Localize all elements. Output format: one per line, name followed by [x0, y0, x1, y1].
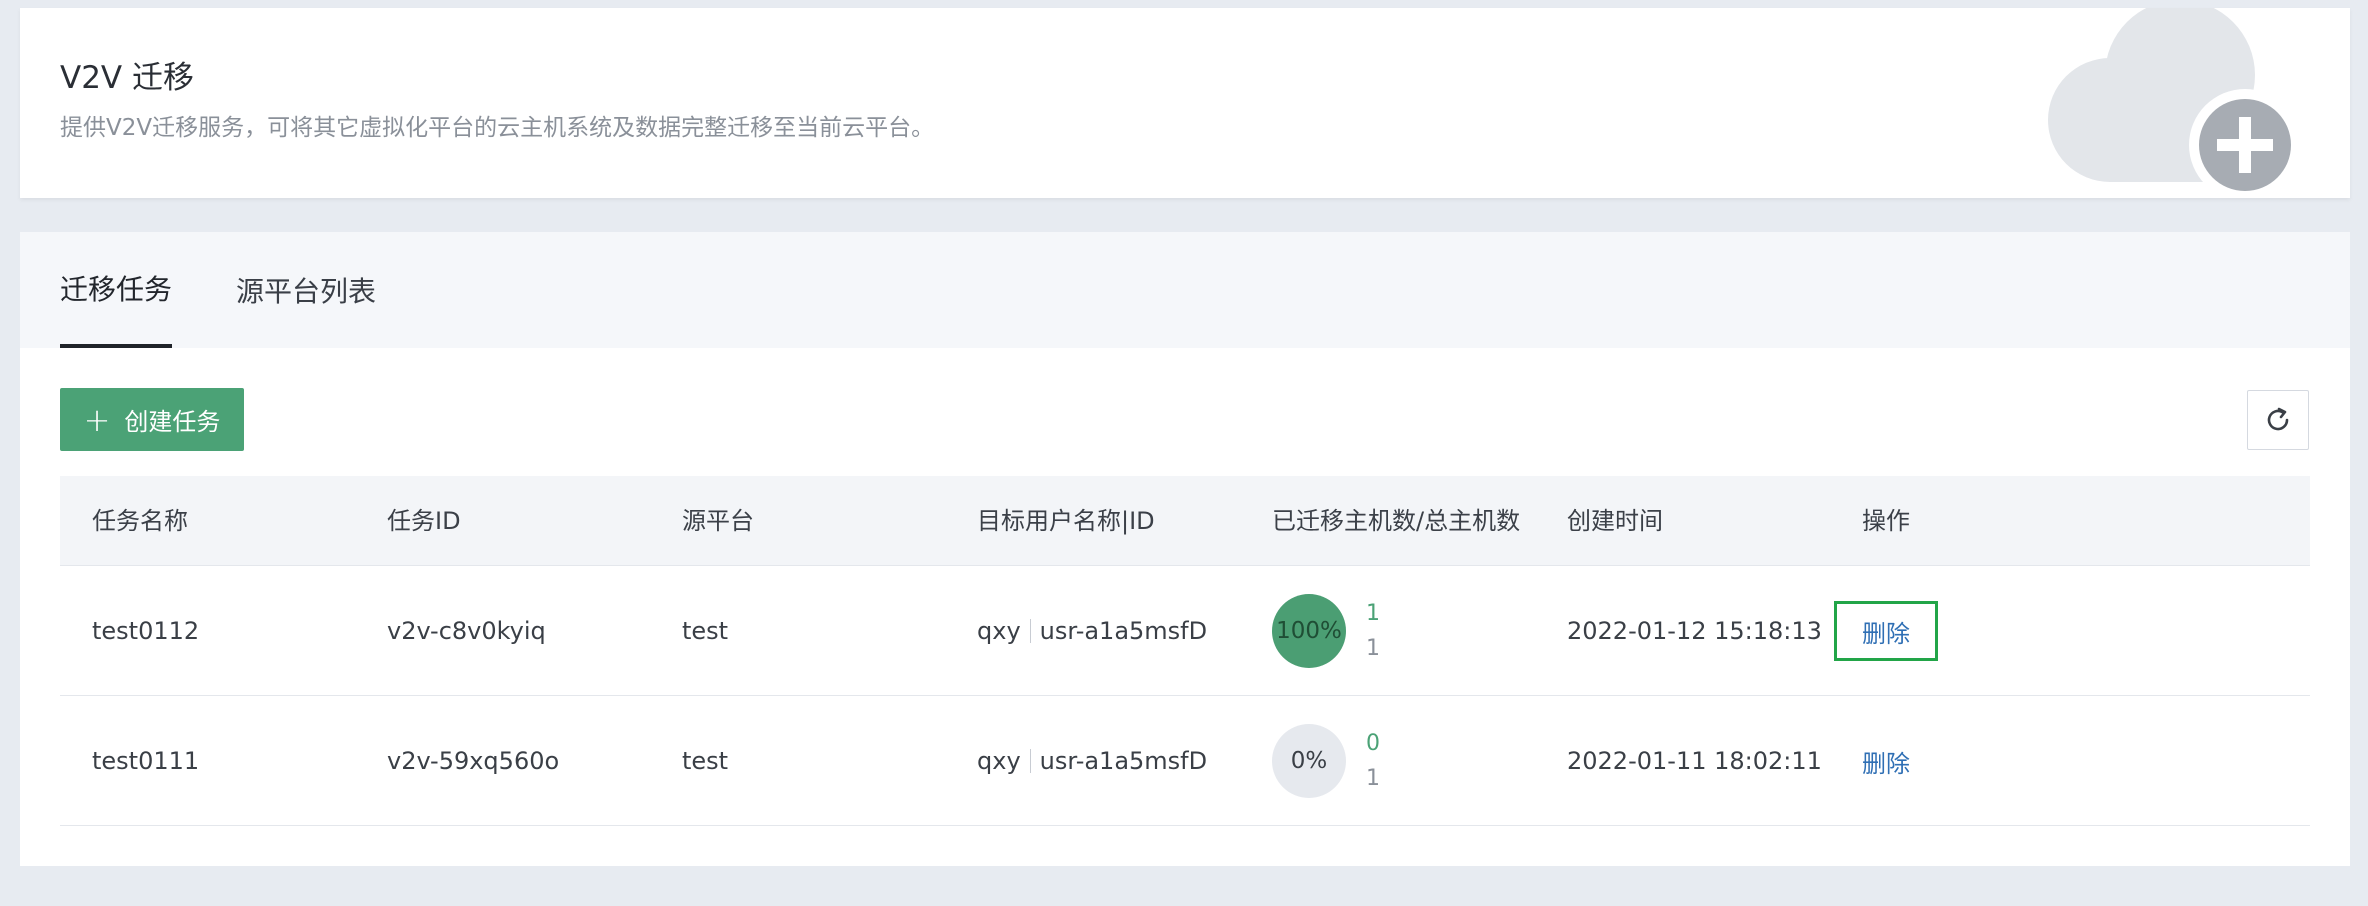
cloud-plus-icon — [2048, 8, 2301, 198]
delete-link[interactable]: 删除 — [1834, 601, 1938, 661]
migrated-count: 0 — [1366, 731, 1380, 756]
tasks-panel: 迁移任务 源平台列表 + 创建任务 任务名称 任务ID 源平台 目标用户名称|I… — [20, 232, 2350, 866]
tabs-bar: 迁移任务 源平台列表 — [20, 232, 2350, 348]
source-platform: test — [682, 617, 729, 645]
column-header-created: 创建时间 — [1567, 507, 1663, 535]
action-cell: 删除 — [1862, 696, 1910, 826]
source-platform: test — [682, 747, 729, 775]
total-count: 1 — [1366, 636, 1380, 661]
target-user-id: usr-a1a5msfD — [1039, 747, 1208, 775]
progress-circle: 0% — [1272, 724, 1346, 798]
separator — [1029, 619, 1031, 643]
host-counts: 0 1 — [1366, 731, 1380, 791]
column-header-actions: 操作 — [1862, 507, 1910, 535]
page-description: 提供V2V迁移服务，可将其它虚拟化平台的云主机系统及数据完整迁移至当前云平台。 — [60, 115, 935, 141]
page-title: V2V 迁移 — [60, 60, 194, 96]
delete-link[interactable]: 删除 — [1862, 744, 1910, 779]
progress-circle: 100% — [1272, 594, 1346, 668]
column-header-source: 源平台 — [682, 507, 754, 535]
host-count: 100% 1 1 — [1272, 566, 1522, 696]
column-header-target-user: 目标用户名称|ID — [977, 507, 1155, 535]
refresh-icon — [2267, 407, 2289, 431]
target-user: qxy usr-a1a5msfD — [977, 566, 1207, 696]
table-row: test0111 v2v-59xq560o test qxy usr-a1a5m… — [60, 696, 2310, 826]
task-id: v2v-59xq560o — [387, 747, 560, 775]
tab-source-platforms[interactable]: 源平台列表 — [236, 232, 376, 348]
task-name: test0112 — [92, 617, 200, 645]
column-header-name: 任务名称 — [92, 507, 188, 535]
target-user-name: qxy — [977, 747, 1021, 775]
table-header: 任务名称 任务ID 源平台 目标用户名称|ID 已迁移主机数/总主机数 创建时间… — [60, 476, 2310, 566]
target-user-name: qxy — [977, 617, 1021, 645]
tab-migration-tasks[interactable]: 迁移任务 — [60, 232, 172, 348]
target-user: qxy usr-a1a5msfD — [977, 696, 1207, 826]
plus-icon: + — [83, 400, 111, 439]
task-id: v2v-c8v0kyiq — [387, 617, 546, 645]
create-task-label: 创建任务 — [124, 408, 221, 436]
task-name: test0111 — [92, 747, 200, 775]
created-time: 2022-01-11 18:02:11 — [1567, 747, 1822, 775]
host-count: 0% 0 1 — [1272, 696, 1522, 826]
table-row: test0112 v2v-c8v0kyiq test qxy usr-a1a5m… — [60, 566, 2310, 696]
migrated-count: 1 — [1366, 601, 1380, 626]
host-counts: 1 1 — [1366, 601, 1380, 661]
header-card: V2V 迁移 提供V2V迁移服务，可将其它虚拟化平台的云主机系统及数据完整迁移至… — [20, 8, 2350, 198]
column-header-id: 任务ID — [387, 507, 461, 535]
column-header-host-count: 已迁移主机数/总主机数 — [1272, 507, 1521, 535]
action-cell: 删除 — [1834, 566, 1938, 696]
separator — [1029, 749, 1031, 773]
created-time: 2022-01-12 15:18:13 — [1567, 617, 1822, 645]
target-user-id: usr-a1a5msfD — [1039, 617, 1208, 645]
refresh-button[interactable] — [2247, 390, 2309, 450]
tasks-table: 任务名称 任务ID 源平台 目标用户名称|ID 已迁移主机数/总主机数 创建时间… — [60, 476, 2310, 826]
total-count: 1 — [1366, 766, 1380, 791]
create-task-button[interactable]: + 创建任务 — [60, 388, 244, 451]
